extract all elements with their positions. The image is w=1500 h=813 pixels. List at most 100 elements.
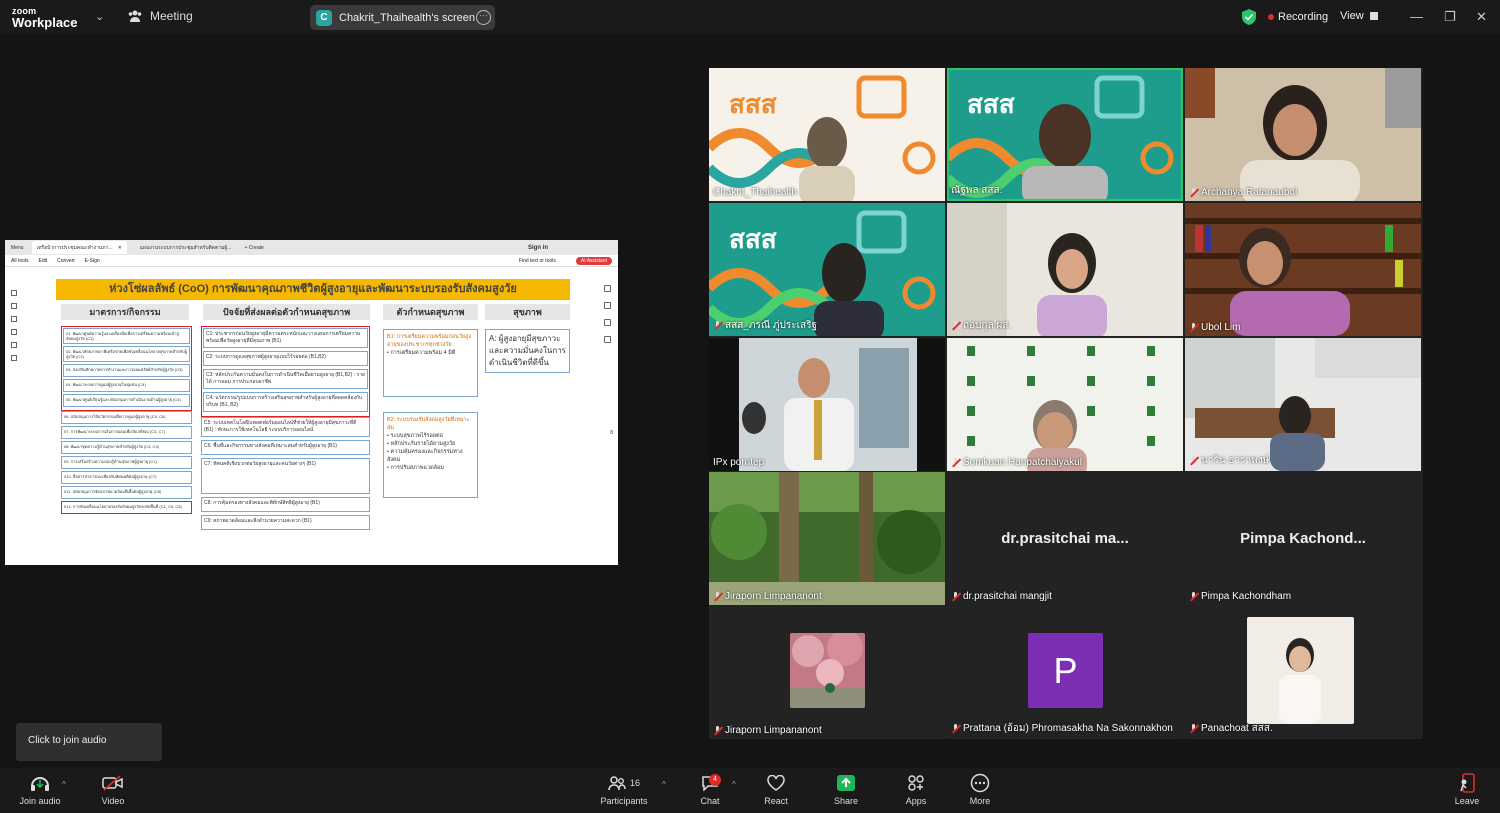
- participant-tile[interactable]: dr.prasitchai ma... dr.prasitchai mangji…: [947, 472, 1183, 605]
- shared-screen[interactable]: Menu เทรียบ้าการประชุมคณะทำงานภา... ✕ แผน…: [5, 240, 618, 565]
- fill-sign-icon[interactable]: [604, 302, 611, 309]
- chevron-down-icon[interactable]: ⌄: [95, 10, 104, 23]
- video-label: Video: [101, 796, 125, 806]
- col3-list: B1: การเตรียมความพร้อมก่อนวัยสูงอายุของป…: [383, 329, 478, 498]
- close-icon[interactable]: ✕: [1476, 9, 1487, 25]
- col2-highlight-group: C1: ประชากรก่อนวัยสูงอายุมีความตระหนักแล…: [201, 326, 370, 417]
- headphones-icon: [31, 777, 49, 791]
- muted-mic-icon: [1189, 724, 1198, 733]
- participant-tile[interactable]: สสส Chakrit_Thaihealth: [709, 68, 945, 201]
- participant-grid: สสส Chakrit_Thaihealth สสส ณัฐพล สสส. Ar…: [709, 68, 1423, 739]
- participant-name: IPx porntep: [713, 457, 764, 468]
- participant-tile[interactable]: สสส สสส_ภรณี ภู่ประเสริฐ: [709, 203, 945, 336]
- minimize-icon[interactable]: —: [1410, 9, 1423, 24]
- pdf-ai-assistant[interactable]: AI Assistant: [575, 256, 612, 265]
- pdf-tab-1[interactable]: เทรียบ้าการประชุมคณะทำงานภา... ✕: [31, 241, 127, 254]
- participant-name-text: Somkuan Hanpatchaiyakul: [963, 457, 1082, 468]
- shield-check-icon[interactable]: [1242, 9, 1256, 25]
- pdf-tab-2[interactable]: แผนงานระบบการประชุมสำหรับติดตามผู้...: [134, 241, 237, 254]
- screen-share-pill[interactable]: C Chakrit_Thaihealth's screen ···: [310, 5, 495, 30]
- participant-name-text: ถอบกุล ผส.: [963, 320, 1012, 331]
- col1-highlight-group: 01. พัฒนาศูนย์ความรู้และเครื่องมือเพื่อก…: [61, 326, 192, 411]
- col2-header: ปัจจัยที่ส่งผลต่อตัวกำหนดสุขภาพ: [203, 304, 370, 320]
- pdf-sign-in[interactable]: Sign in: [528, 245, 548, 251]
- more-options-icon[interactable]: ···: [476, 10, 491, 25]
- col4-box-a: A: ผู้สูงอายุมีสุขภาวะและความมั่นคงในการ…: [485, 329, 570, 373]
- more-button[interactable]: More: [966, 772, 994, 806]
- participants-button[interactable]: 16 Participants: [596, 772, 652, 806]
- col2-item: C9: สภาพแวดล้อมและสิ่งอำนวยความสะดวก (B1…: [201, 515, 370, 530]
- pen-tool-icon[interactable]: [11, 316, 17, 322]
- video-feed: สสส: [709, 68, 945, 201]
- stamp-tool-icon[interactable]: [11, 355, 17, 361]
- pdf-tool-esign[interactable]: E-Sign: [85, 258, 100, 264]
- maximize-icon[interactable]: ❐: [1444, 9, 1456, 25]
- participant-tile[interactable]: ถอบกุล ผส.: [947, 203, 1183, 336]
- pdf-page-number[interactable]: 8: [610, 430, 613, 436]
- pdf-tool-all[interactable]: All tools: [11, 258, 29, 264]
- pdf-toolbar: All tools Edit Convert E-Sign Find text …: [5, 255, 618, 267]
- audio-options-chevron-icon[interactable]: ^: [62, 780, 66, 789]
- b2-bullet: • ระบบสุขภาพไร้รอยต่อ: [387, 433, 443, 439]
- pdf-right-tools: [604, 285, 612, 353]
- cursor-tool-icon[interactable]: [11, 290, 17, 296]
- col1-item: 02. พัฒนาศักยภาพภาคีเครือข่ายเพื่อขับเคล…: [63, 346, 190, 362]
- join-audio-button[interactable]: Join audio: [14, 772, 66, 806]
- participant-tile[interactable]: Somkuan Hanpatchaiyakul: [947, 338, 1183, 471]
- participant-tile[interactable]: Pimpa Kachond... Pimpa Kachondham: [1185, 472, 1421, 605]
- zoom-tool-icon[interactable]: [11, 303, 17, 309]
- share-label: Share: [833, 796, 859, 806]
- more-icon: [970, 773, 990, 793]
- join-audio-tooltip[interactable]: Click to join audio: [16, 723, 162, 761]
- participant-name: Jiraporn Limpananont: [713, 725, 822, 736]
- participant-tile[interactable]: IPx porntep: [709, 338, 945, 471]
- participant-display-name: dr.prasitchai ma...: [1001, 530, 1129, 547]
- comment-icon[interactable]: [604, 285, 611, 292]
- react-button[interactable]: React: [762, 772, 790, 806]
- muted-mic-icon: [951, 321, 960, 330]
- doc-title: ห่วงโซ่ผลลัพธ์ (CoO) การพัฒนาคุณภาพชีวิต…: [56, 279, 570, 300]
- participant-tile-active-speaker[interactable]: สสส ณัฐพล สสส.: [947, 68, 1183, 201]
- pdf-tool-edit[interactable]: Edit: [39, 258, 48, 264]
- pdf-find[interactable]: Find text or tools: [519, 258, 556, 264]
- avatar: [1247, 617, 1354, 724]
- participant-tile[interactable]: Jiraporn Limpananont: [709, 606, 945, 739]
- participant-tile[interactable]: นาริน ธาราพงษ์: [1185, 338, 1421, 471]
- col1-item: 04. พัฒนาระบบการดูแลผู้สูงอายุในชุมชน (C…: [63, 379, 190, 392]
- zoom-workplace-logo[interactable]: zoom Workplace: [12, 6, 78, 29]
- video-feed: [709, 472, 945, 605]
- heart-icon: [767, 775, 785, 791]
- lasso-tool-icon[interactable]: [11, 329, 17, 335]
- b2-title: B2: ระบบรองรับสังคมสูงวัยที่เหมาะสม: [387, 417, 470, 431]
- share-button[interactable]: Share: [832, 772, 860, 806]
- tab-close-icon[interactable]: ✕: [118, 245, 122, 251]
- participant-name: Pimpa Kachondham: [1189, 591, 1291, 602]
- col2-item: C3: หลักประกันความมั่นคงในการดำเนินชีวิต…: [203, 369, 368, 389]
- participant-name-text: IPx porntep: [713, 457, 765, 468]
- video-button[interactable]: Video: [95, 772, 131, 806]
- recording-indicator[interactable]: Recording: [1268, 11, 1328, 23]
- chat-button[interactable]: 4 Chat: [696, 772, 724, 806]
- leave-button[interactable]: Leave: [1452, 772, 1482, 806]
- view-button[interactable]: View: [1340, 10, 1378, 22]
- participant-tile[interactable]: Archanya Ratanaubol: [1185, 68, 1421, 201]
- apps-button[interactable]: Apps: [902, 772, 930, 806]
- muted-mic-icon: [713, 321, 722, 330]
- pdf-create-tab[interactable]: + Create: [244, 245, 263, 251]
- text-tool-icon[interactable]: [11, 342, 17, 348]
- participant-tile[interactable]: Ubol Lim: [1185, 203, 1421, 336]
- muted-mic-icon: [951, 458, 960, 467]
- participant-name: Prattana (อ้อม) Phromasakha Na Sakonnakh…: [951, 721, 1173, 736]
- participants-options-chevron-icon[interactable]: ^: [662, 780, 666, 789]
- pdf-menu[interactable]: Menu: [11, 245, 24, 251]
- pdf-tool-convert[interactable]: Convert: [57, 258, 75, 264]
- avatar: [790, 633, 865, 708]
- b2-bullet-text: การปรับสภาพแวดล้อม: [390, 465, 444, 471]
- participant-tile[interactable]: P Prattana (อ้อม) Phromasakha Na Sakonna…: [947, 606, 1183, 739]
- participant-tile[interactable]: Jiraporn Limpananont: [709, 472, 945, 605]
- participant-tile[interactable]: Panachoat สสส.: [1185, 606, 1421, 739]
- export-icon[interactable]: [604, 319, 611, 326]
- chat-options-chevron-icon[interactable]: ^: [732, 780, 736, 789]
- meeting-menu[interactable]: Meeting: [128, 9, 193, 23]
- copy-icon[interactable]: [604, 336, 611, 343]
